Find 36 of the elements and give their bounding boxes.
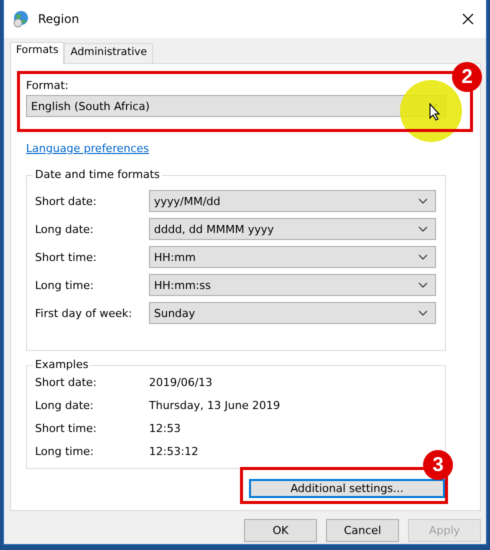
tab[interactable]: Administrative [64, 43, 153, 63]
example-value: 2019/06/13 [149, 376, 212, 389]
chevron-down-icon [418, 226, 428, 232]
format-dropdown[interactable]: HH:mm:ss [149, 274, 436, 296]
example-value: 12:53 [149, 422, 181, 435]
field-label: Long time: [35, 278, 95, 292]
additional-settings-button[interactable]: Additional settings... [249, 479, 445, 498]
field-label: Short date: [35, 194, 98, 208]
format-label: Format: [26, 79, 70, 92]
tab[interactable]: Formats [10, 42, 64, 64]
example-label: Long time: [35, 445, 95, 458]
close-icon[interactable] [462, 13, 474, 25]
group-title: Date and time formats [33, 168, 162, 181]
example-label: Short time: [35, 422, 98, 435]
format-dropdown[interactable]: dddd, dd MMMM yyyy [149, 218, 436, 240]
format-dropdown[interactable]: Sunday [149, 302, 436, 324]
dialog-button[interactable]: OK [244, 519, 317, 542]
format-dropdown[interactable]: HH:mm [149, 246, 436, 268]
language-preferences-link[interactable]: Language preferences [26, 142, 446, 155]
globe-icon [12, 10, 30, 28]
field-label: First day of week: [35, 306, 134, 320]
window-title: Region [38, 12, 80, 26]
group-title: Examples [33, 358, 90, 371]
chevron-down-icon [418, 254, 428, 260]
chevron-down-icon [418, 198, 428, 204]
example-label: Short date: [35, 376, 98, 389]
cursor-icon [429, 103, 441, 121]
field-label: Long date: [35, 222, 95, 236]
dialog-button[interactable]: Cancel [326, 519, 399, 542]
example-value: 12:53:12 [149, 445, 198, 458]
format-dropdown[interactable]: yyyy/MM/dd [149, 190, 436, 212]
example-value: Thursday, 13 June 2019 [149, 399, 280, 412]
field-label: Short time: [35, 250, 98, 264]
chevron-down-icon [418, 310, 428, 316]
chevron-down-icon [418, 282, 428, 288]
example-label: Long date: [35, 399, 95, 412]
